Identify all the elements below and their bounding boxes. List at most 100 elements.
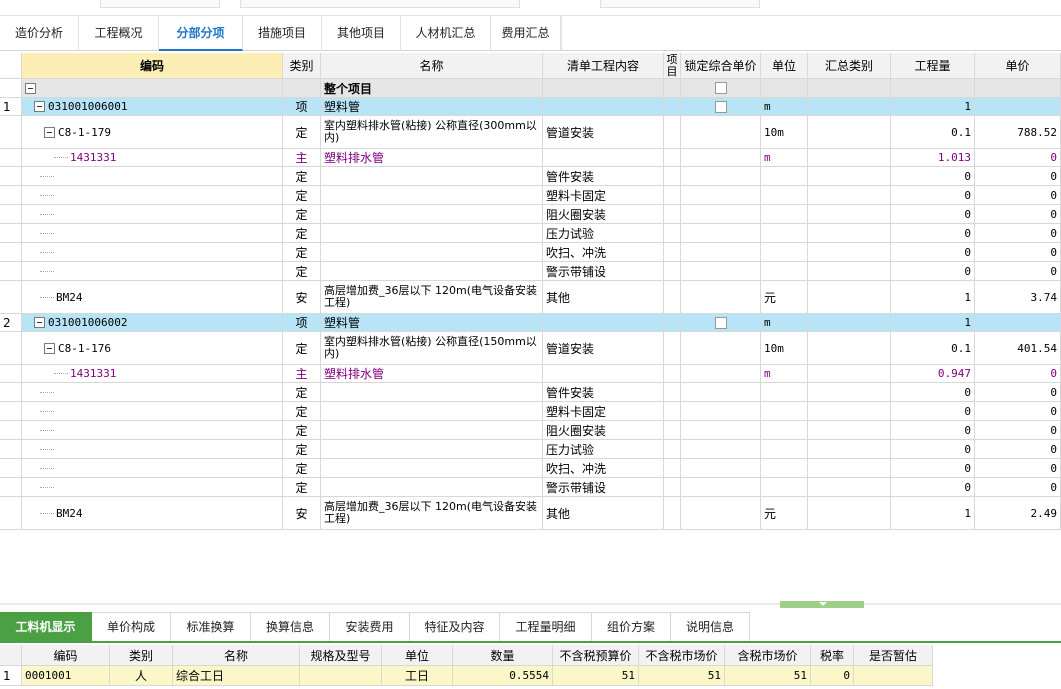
resource-col-header-6[interactable]: 不含税预算价	[553, 645, 639, 666]
lock-price-checkbox[interactable]	[714, 316, 727, 329]
splitter-collapse-handle[interactable]	[780, 601, 864, 608]
quota-content: 管道安装	[543, 116, 664, 149]
resource-cell-9[interactable]: 0	[811, 666, 854, 686]
col-header-lock[interactable]: 锁定综合单价	[681, 53, 761, 79]
collapse-icon[interactable]	[34, 101, 45, 112]
item-name-text: 塑料管	[324, 100, 361, 114]
total-type	[283, 79, 321, 98]
resource-col-header-9[interactable]: 税率	[811, 645, 854, 666]
resource-cell-6[interactable]: 51	[553, 666, 639, 686]
tab-4[interactable]: 其他项目	[322, 16, 401, 51]
col-header-rownum[interactable]	[0, 53, 22, 79]
extra-qty: 1	[891, 281, 975, 314]
item-code[interactable]: 031001006002	[22, 314, 283, 332]
resource-col-header-1[interactable]: 类别	[110, 645, 173, 666]
lock-price-checkbox[interactable]	[714, 82, 727, 94]
resource-cell-5[interactable]: 0.5554	[453, 666, 553, 686]
material-content	[543, 365, 664, 383]
detail-tab-1[interactable]: 单价构成	[92, 612, 171, 641]
resource-cell-0[interactable]: 0001001	[22, 666, 110, 686]
content-qty: 0	[891, 459, 975, 478]
extra-content: 其他	[543, 497, 664, 530]
col-header-sum_cat[interactable]: 汇总类别	[808, 53, 891, 79]
resource-col-header-8[interactable]: 含税市场价	[725, 645, 811, 666]
material-unit: m	[761, 365, 808, 383]
quota-code[interactable]: C8-1-179	[22, 116, 283, 149]
content-content: 压力试验	[543, 440, 664, 459]
content-row: 定 阻火圈安装 0 0	[0, 421, 1061, 440]
tab-6[interactable]: 费用汇总	[491, 16, 561, 51]
tab-5[interactable]: 人材机汇总	[401, 16, 491, 51]
content-qty: 0	[891, 440, 975, 459]
resource-cell-4[interactable]: 工日	[382, 666, 453, 686]
content-qty: 0	[891, 167, 975, 186]
collapse-icon[interactable]	[44, 342, 55, 354]
quota-sum_cat	[808, 332, 891, 365]
content-code	[22, 243, 283, 262]
detail-tab-0[interactable]: 工料机显示	[0, 612, 92, 641]
resource-col-header-2[interactable]: 名称	[173, 645, 300, 666]
resource-col-header-10[interactable]: 是否暂估	[854, 645, 933, 666]
material-sum_cat	[808, 365, 891, 383]
resource-col-header-0[interactable]: 编码	[22, 645, 110, 666]
resource-col-header-4[interactable]: 单位	[382, 645, 453, 666]
tab-1[interactable]: 工程概况	[79, 16, 159, 51]
resource-cell-1[interactable]: 人	[110, 666, 173, 686]
col-header-qty[interactable]: 工程量	[891, 53, 975, 79]
resource-cell-7[interactable]: 51	[639, 666, 725, 686]
col-header-item[interactable]: 项目	[664, 53, 681, 79]
item-lock[interactable]	[681, 98, 761, 116]
resource-col-header-3[interactable]: 规格及型号	[300, 645, 382, 666]
resource-col-header-5[interactable]: 数量	[453, 645, 553, 666]
item-lock[interactable]	[681, 314, 761, 332]
material-name: 塑料排水管	[321, 149, 543, 167]
detail-tab-5[interactable]: 特征及内容	[410, 612, 500, 641]
quota-code[interactable]: C8-1-176	[22, 332, 283, 365]
resource-cell-2[interactable]: 综合工日	[173, 666, 300, 686]
tab-3[interactable]: 措施项目	[243, 16, 322, 51]
detail-tab-3[interactable]: 换算信息	[251, 612, 330, 641]
extra-unit-text: 元	[764, 290, 777, 305]
lock-price-checkbox[interactable]	[714, 100, 727, 113]
detail-tab-7[interactable]: 组价方案	[592, 612, 671, 641]
quota-unit-text: 10m	[764, 125, 784, 139]
total-lock[interactable]	[681, 79, 761, 98]
tab-0[interactable]: 造价分析	[0, 16, 79, 51]
content-content: 管件安装	[543, 383, 664, 402]
resource-cell-10[interactable]	[854, 666, 933, 686]
material-name: 塑料排水管	[321, 365, 543, 383]
quota-item	[664, 332, 681, 365]
col-header-name[interactable]: 名称	[321, 53, 543, 79]
item-code[interactable]: 031001006001	[22, 98, 283, 116]
extra-code: BM24	[22, 281, 283, 314]
collapse-icon[interactable]	[25, 82, 36, 94]
col-header-type[interactable]: 类别	[283, 53, 321, 79]
col-header-code[interactable]: 编码	[22, 53, 283, 79]
resource-cell-8[interactable]: 51	[725, 666, 811, 686]
detail-tab-8[interactable]: 说明信息	[671, 612, 750, 641]
content-name	[321, 402, 543, 421]
content-content: 吹扫、冲洗	[543, 459, 664, 478]
content-item	[664, 205, 681, 224]
content-lock	[681, 383, 761, 402]
content-qty: 0	[891, 421, 975, 440]
detail-tab-2[interactable]: 标准换算	[171, 612, 251, 641]
content-type: 定	[283, 262, 321, 281]
main-tab-bar: 造价分析 工程概况 分部分项 措施项目 其他项目 人材机汇总 费用汇总	[0, 16, 1061, 51]
material-rownum	[0, 149, 22, 167]
resource-col-header-7[interactable]: 不含税市场价	[639, 645, 725, 666]
col-header-unit[interactable]: 单位	[761, 53, 808, 79]
detail-tab-4[interactable]: 安装费用	[330, 612, 410, 641]
detail-tab-6[interactable]: 工程量明细	[500, 612, 592, 641]
resource-cell-3[interactable]	[300, 666, 382, 686]
col-header-price[interactable]: 单价	[975, 53, 1061, 79]
col-header-content[interactable]: 清单工程内容	[543, 53, 664, 79]
material-row: 1431331 主 塑料排水管 m 0.947 0	[0, 365, 1061, 383]
tab-2[interactable]: 分部分项	[159, 16, 243, 51]
collapse-icon[interactable]	[34, 317, 45, 328]
panel-splitter[interactable]	[0, 603, 1061, 605]
collapse-icon[interactable]	[44, 126, 55, 138]
content-price: 0	[975, 243, 1061, 262]
content-sum_cat	[808, 440, 891, 459]
material-lock	[681, 149, 761, 167]
